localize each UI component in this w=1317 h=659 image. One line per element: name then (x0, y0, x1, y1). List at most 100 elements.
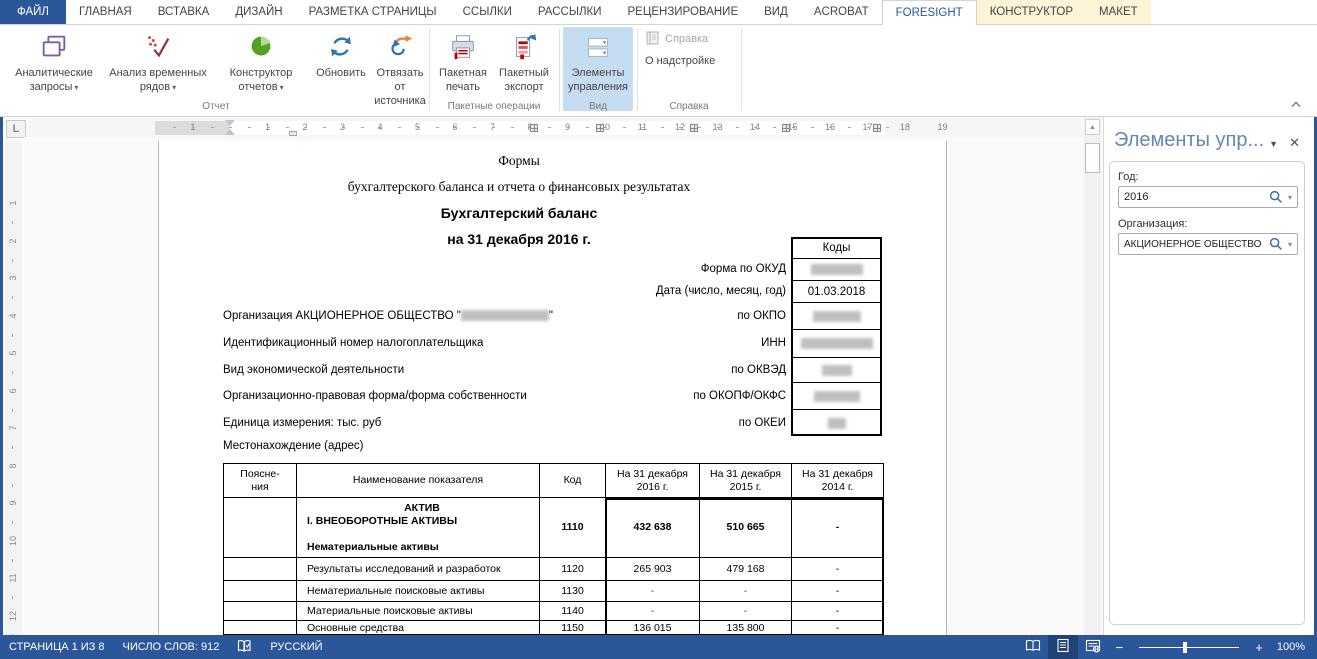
ribbon-button-batch-print[interactable]: Пакетнаяпечать (433, 27, 493, 111)
table-cell-value[interactable]: - (700, 602, 792, 621)
redacted-code-value (811, 264, 863, 275)
table-cell-value[interactable]: - (606, 602, 700, 621)
table-cell-name[interactable]: АКТИВI. ВНЕОБОРОТНЫЕ АКТИВЫНематериальны… (297, 498, 540, 558)
ribbon-button-unbind-source[interactable]: Отвязать отисточника (372, 27, 428, 111)
table-cell-note[interactable] (224, 581, 297, 602)
tab-acrobat[interactable]: ACROBAT (801, 0, 882, 24)
table-cell-value[interactable]: - (792, 621, 883, 635)
tab-stop-selector[interactable]: L (6, 120, 26, 138)
table-cell-value[interactable]: 136 015 (606, 621, 700, 635)
table-cell-value[interactable]: - (792, 602, 883, 621)
codes-row: Идентификационный номер налогоплательщик… (223, 329, 882, 357)
chevron-down-icon[interactable]: ▾ (1285, 240, 1297, 249)
zoom-slider-thumb[interactable] (1183, 642, 1187, 653)
ruler-tick (323, 127, 326, 128)
table-cell-value[interactable]: 265 903 (606, 558, 700, 581)
language-indicator[interactable]: РУССКИЙ (261, 635, 331, 659)
collapse-ribbon-button[interactable] (1287, 98, 1305, 112)
table-column-marker[interactable] (690, 124, 698, 132)
table-cell-value[interactable]: 510 665 (700, 498, 792, 558)
codes-value-cell[interactable] (791, 302, 882, 329)
scrollbar-thumb[interactable] (1085, 143, 1100, 173)
print-layout-button[interactable] (1048, 635, 1078, 659)
table-cell-name[interactable]: Материальные поисковые активы (297, 602, 540, 621)
table-column-marker[interactable] (873, 124, 881, 132)
table-column-marker[interactable] (596, 124, 604, 132)
document-page[interactable]: Формы бухгалтерского баланса и отчета о … (158, 141, 947, 635)
table-column-marker[interactable] (530, 124, 538, 132)
table-cell-value[interactable]: 1140 (540, 602, 606, 621)
zoom-in-button[interactable]: + (1247, 640, 1271, 655)
table-cell-name[interactable]: Результаты исследований и разработок (297, 558, 540, 581)
pane-menu-arrow-icon[interactable]: ▼ (1269, 139, 1278, 149)
ribbon-button-report-designer[interactable]: Конструкторотчетов▾ (214, 27, 308, 111)
tab-mailings[interactable]: РАССЫЛКИ (525, 0, 615, 24)
table-cell-value[interactable]: 1130 (540, 581, 606, 602)
table-cell-value[interactable]: 1120 (540, 558, 606, 581)
table-cell-note[interactable] (224, 558, 297, 581)
button-label: Аналитические (15, 67, 93, 79)
tab-design[interactable]: ДИЗАЙН (222, 0, 295, 24)
ruler-number: 10 (8, 535, 18, 547)
tab-home[interactable]: ГЛАВНАЯ (66, 0, 145, 24)
table-cell-value[interactable]: 479 168 (700, 558, 792, 581)
table-column-marker[interactable] (782, 124, 790, 132)
table-cell-name[interactable]: Нематериальные поисковые активы (297, 581, 540, 602)
tab-table-design[interactable]: КОНСТРУКТОР (977, 0, 1086, 24)
ribbon-button-analytic-queries[interactable]: Аналитическиезапросы▾ (6, 27, 102, 111)
codes-value-cell[interactable]: 01.03.2018 (791, 280, 882, 302)
web-layout-button[interactable] (1078, 635, 1108, 659)
zoom-out-button[interactable]: − (1108, 640, 1132, 655)
table-cell-value[interactable]: - (700, 581, 792, 602)
tab-table-layout[interactable]: МАКЕТ (1086, 0, 1151, 24)
first-line-indent-marker[interactable] (225, 120, 235, 126)
codes-value-cell[interactable] (791, 258, 882, 280)
search-icon[interactable] (1267, 237, 1285, 251)
table-cell-note[interactable] (224, 621, 297, 635)
table-row: Материальные поисковые активы1140--- (224, 602, 883, 621)
hanging-indent-marker[interactable] (225, 129, 235, 135)
tab-insert[interactable]: ВСТАВКА (145, 0, 223, 24)
table-cell-value[interactable]: 432 638 (606, 498, 700, 558)
table-cell-value[interactable]: 135 800 (700, 621, 792, 635)
scroll-up-button[interactable]: ▲ (1085, 119, 1100, 135)
table-cell-note[interactable] (224, 498, 297, 558)
zoom-percentage[interactable]: 100% (1271, 641, 1317, 653)
ribbon-button-batch-export[interactable]: Пакетныйэкспорт (494, 27, 554, 111)
table-cell-value[interactable]: 1150 (540, 621, 606, 635)
table-cell-value[interactable]: - (792, 498, 883, 558)
word-count[interactable]: ЧИСЛО СЛОВ: 912 (114, 635, 229, 659)
tab-references[interactable]: ССЫЛКИ (450, 0, 525, 24)
year-input[interactable]: 2016 ▾ (1118, 186, 1298, 208)
ribbon-button-refresh[interactable]: Обновить (310, 27, 372, 111)
search-icon[interactable] (1267, 190, 1285, 204)
read-mode-button[interactable] (1018, 635, 1048, 659)
ribbon-button-controls[interactable]: Элементыуправления (563, 27, 633, 111)
tab-review[interactable]: РЕЦЕНЗИРОВАНИЕ (615, 0, 752, 24)
table-cell-note[interactable] (224, 602, 297, 621)
table-cell-value[interactable]: 1110 (540, 498, 606, 558)
balance-table[interactable]: Поясне-нияНаименование показателяКодНа 3… (223, 463, 884, 635)
ribbon-button-help[interactable]: Справка (641, 29, 712, 49)
proofing-status[interactable] (228, 635, 261, 659)
codes-value-cell[interactable] (791, 357, 882, 382)
tab-page-layout[interactable]: РАЗМЕТКА СТРАНИЦЫ (296, 0, 450, 24)
table-cell-name[interactable]: Основные средства (297, 621, 540, 635)
tab-file[interactable]: ФАЙЛ (0, 0, 66, 24)
chevron-down-icon[interactable]: ▾ (1285, 193, 1297, 202)
table-cell-value[interactable]: - (606, 581, 700, 602)
ribbon-button-about[interactable]: О надстройке (641, 51, 719, 71)
indent-marker[interactable] (289, 131, 297, 136)
page-indicator[interactable]: СТРАНИЦА 1 ИЗ 8 (0, 635, 114, 659)
tab-view[interactable]: ВИД (751, 0, 801, 24)
ribbon-button-time-series[interactable]: Анализ временныхрядов▾ (104, 27, 212, 111)
codes-value-cell[interactable] (791, 329, 882, 357)
organization-input[interactable]: АКЦИОНЕРНОЕ ОБЩЕСТВО ▾ (1118, 233, 1298, 255)
zoom-slider[interactable] (1139, 647, 1239, 648)
codes-value-cell[interactable] (791, 409, 882, 436)
table-cell-value[interactable]: - (792, 581, 883, 602)
codes-value-cell[interactable] (791, 382, 882, 409)
pane-close-icon[interactable]: ✕ (1289, 135, 1300, 151)
table-cell-value[interactable]: - (792, 558, 883, 581)
tab-foresight[interactable]: FORESIGHT (882, 0, 977, 25)
